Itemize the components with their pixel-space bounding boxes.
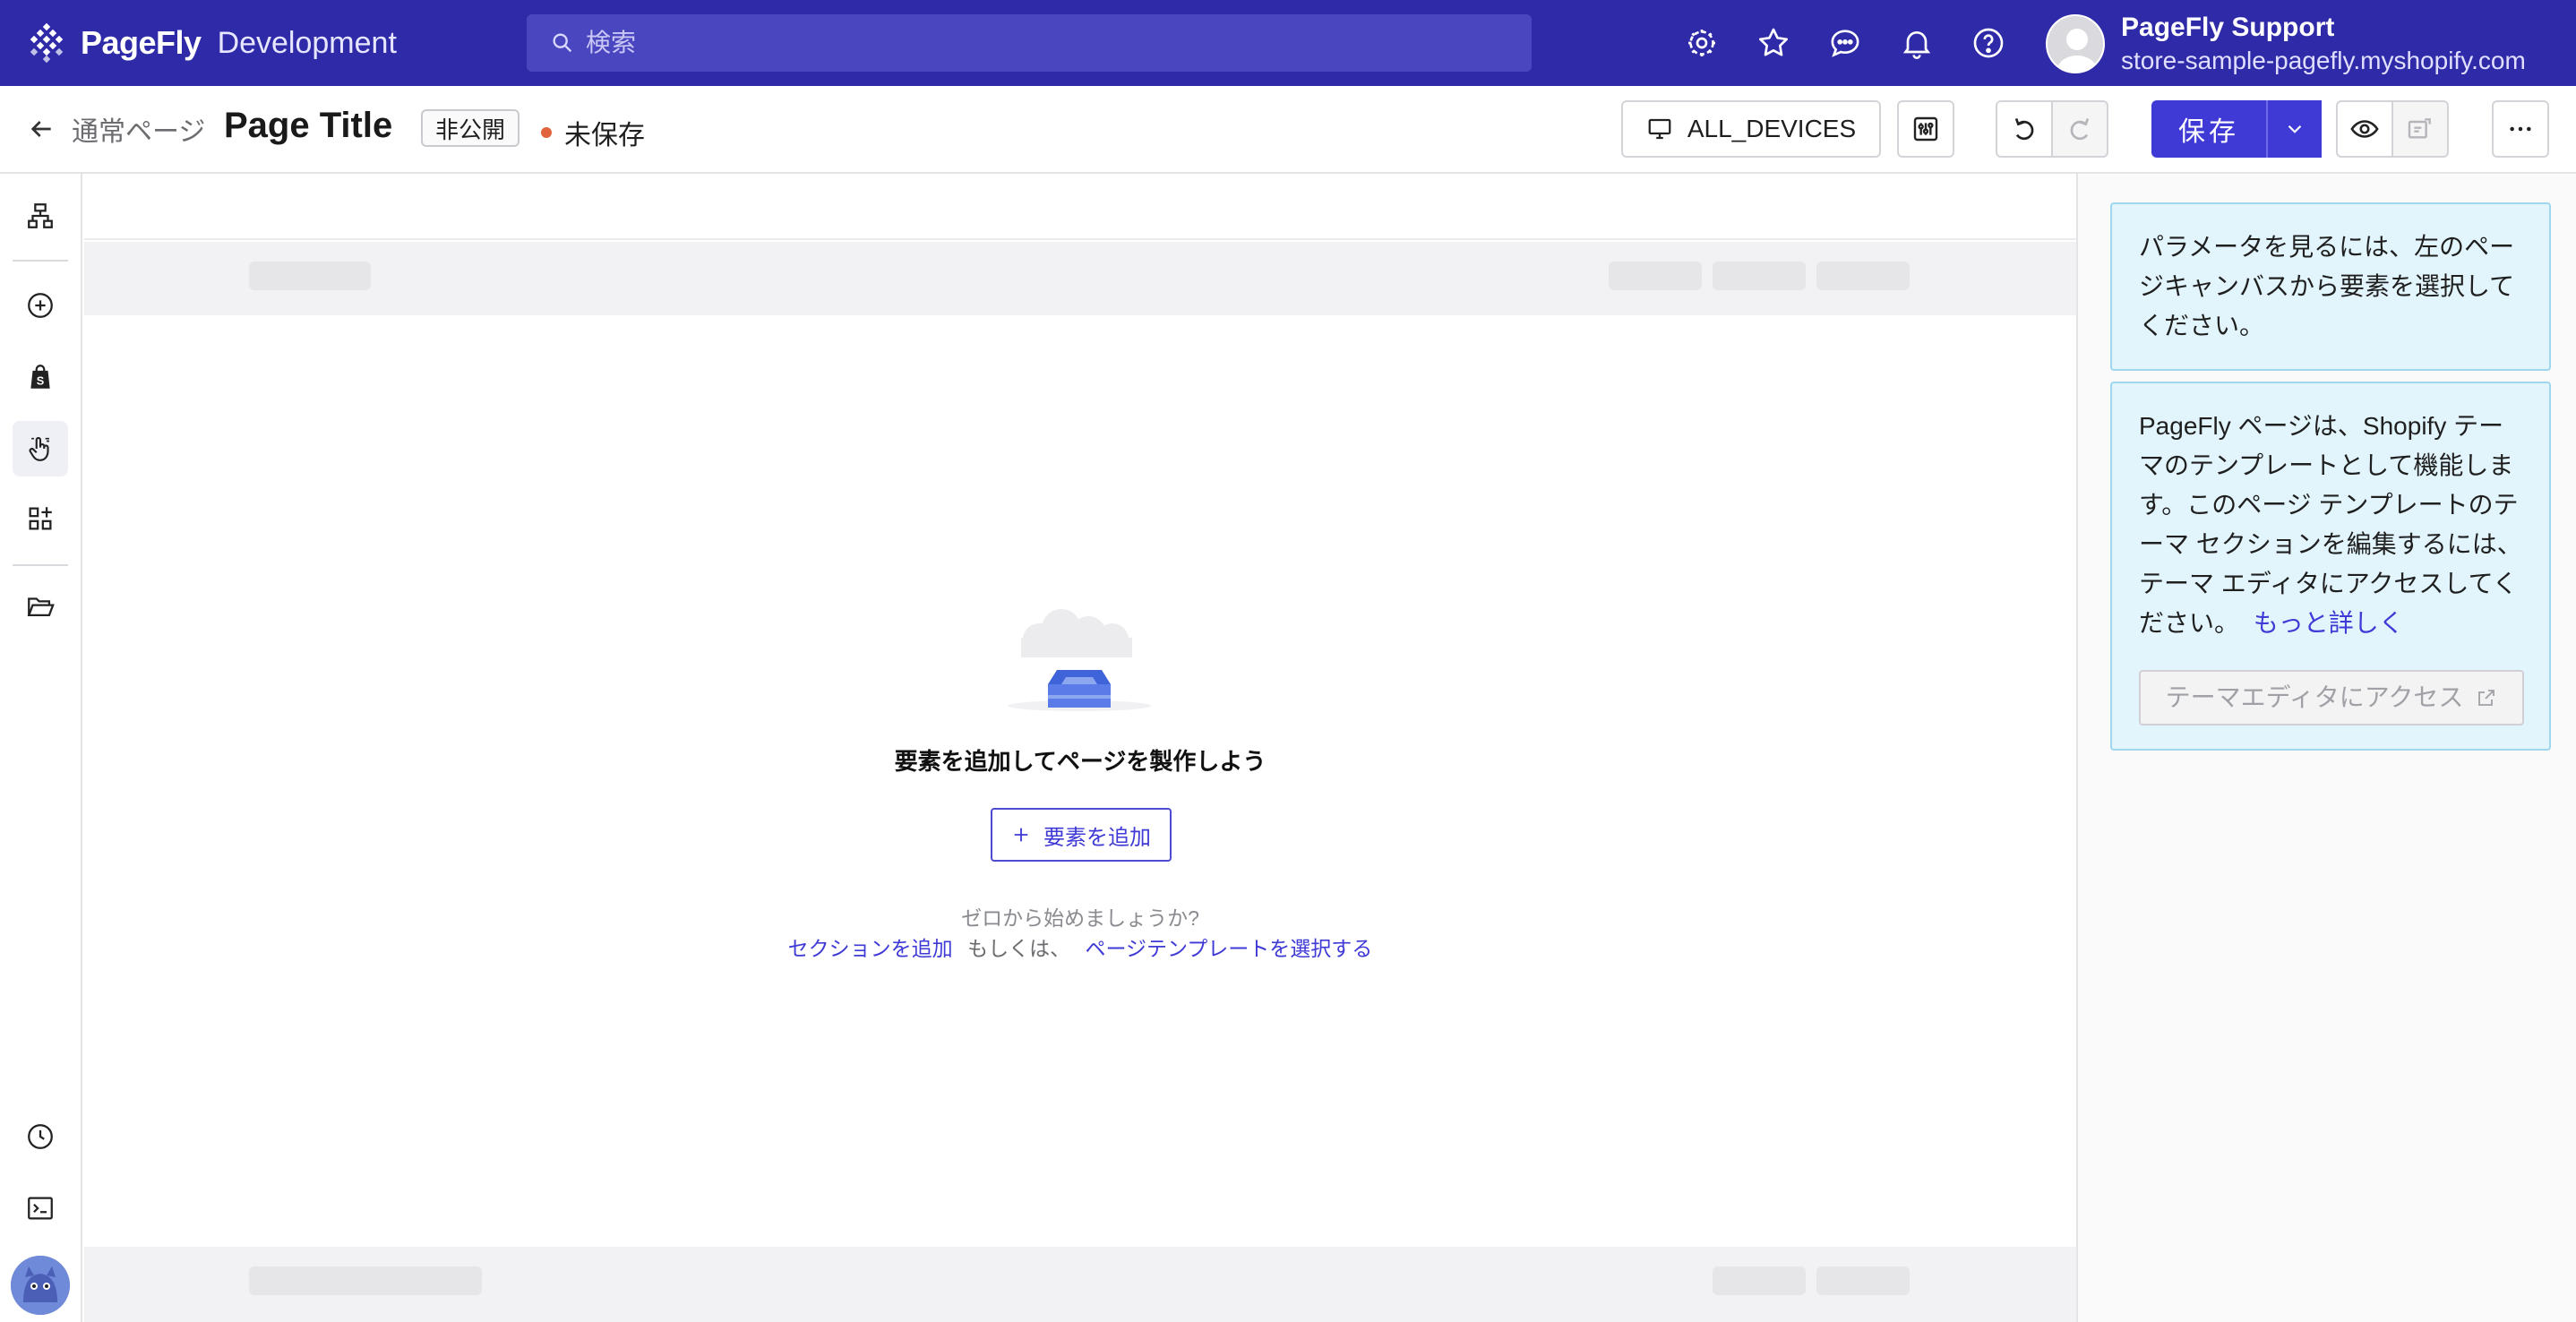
theme-editor-button[interactable]: テーマエディタにアクセス (2139, 670, 2524, 725)
more-options-button[interactable] (2492, 100, 2549, 158)
empty-box-illustration (1008, 609, 1151, 711)
device-selector-label: ALL_DEVICES (1687, 115, 1857, 142)
redo-button[interactable] (2051, 100, 2108, 158)
terminal-icon (28, 1197, 53, 1220)
skeleton-block (1713, 262, 1806, 290)
sitemap-icon (28, 203, 53, 228)
chat-icon[interactable] (1824, 21, 1867, 64)
arrow-left-icon (30, 121, 51, 137)
widgets-button[interactable] (13, 491, 68, 546)
save-button-label: 保存 (2178, 117, 2239, 147)
custom-code-button[interactable] (13, 1180, 68, 1236)
theme-editor-label: テーマエディタにアクセス (2165, 683, 2464, 711)
shopify-bag-icon: S (30, 365, 50, 389)
theme-template-text: PageFly ページは、Shopify テーマのテンプレートとして機能します。… (2139, 412, 2522, 637)
skeleton-block (249, 1266, 482, 1295)
sliders-icon (1913, 116, 1938, 142)
user-menu[interactable]: PageFly Support store-sample-pagefly.mys… (2046, 13, 2526, 75)
star-icon[interactable] (1752, 21, 1795, 64)
widgets-icon (29, 507, 52, 530)
page-title[interactable]: Page Title (224, 106, 392, 146)
undo-button[interactable] (1996, 100, 2053, 158)
search-input[interactable] (586, 29, 1481, 57)
undo-icon (2014, 117, 2034, 141)
settings-icon[interactable] (1680, 21, 1723, 64)
skeleton-block (1713, 1266, 1806, 1295)
save-options-dropdown[interactable] (2266, 100, 2322, 158)
select-element-notice: パラメータを見るには、左のページキャンバスから要素を選択してください。 (2110, 202, 2551, 371)
search-bar[interactable] (527, 14, 1532, 72)
save-state: 未保存 (541, 113, 645, 152)
publish-icon (2408, 118, 2431, 139)
theme-header-placeholder (84, 242, 2076, 315)
search-icon (553, 33, 572, 53)
rail-divider (13, 260, 68, 262)
eye-icon (2350, 120, 2379, 138)
interactions-button[interactable] (13, 421, 68, 476)
select-template-link[interactable]: ページテンプレートを選択する (1085, 937, 1372, 960)
user-silhouette-icon (2057, 29, 2097, 72)
skeleton-block (1816, 1266, 1910, 1295)
empty-state-hint: ゼロから始めましょうか? (961, 906, 1199, 930)
add-element-cta[interactable]: 要素を追加 (991, 808, 1172, 862)
add-section-link[interactable]: セクションを追加 (788, 937, 953, 960)
ellipsis-icon (2510, 126, 2531, 132)
learn-more-link[interactable]: もっと詳しく (2254, 609, 2404, 637)
unsaved-dot-icon (541, 127, 552, 138)
select-element-text: パラメータを見るには、左のページキャンバスから要素を選択してください。 (2139, 233, 2515, 339)
svg-text:S: S (37, 374, 45, 388)
page-canvas[interactable]: 要素を追加してページを製作しよう 要素を追加 ゼロから始めましょうか? セクショ… (84, 174, 2076, 1322)
chevron-down-icon (2288, 124, 2302, 133)
history-icon (28, 1124, 53, 1149)
add-circle-icon (28, 293, 53, 318)
top-icon-group (1680, 21, 2010, 64)
status-badge: 非公開 (421, 109, 520, 147)
page-settings-button[interactable] (1897, 100, 1954, 158)
help-icon[interactable] (1967, 21, 2010, 64)
environment-label: Development (217, 25, 397, 60)
skeleton-block (1816, 262, 1910, 290)
store-domain: store-sample-pagefly.myshopify.com (2121, 47, 2526, 74)
skeleton-block (1609, 262, 1702, 290)
history-button[interactable] (13, 1109, 68, 1164)
publish-button[interactable] (2391, 100, 2449, 158)
desktop-icon (1648, 118, 1671, 140)
back-button[interactable]: 通常ページ (27, 109, 205, 149)
back-label: 通常ページ (72, 117, 206, 147)
theme-footer-placeholder (84, 1247, 2076, 1322)
inspector-panel: パラメータを見るには、左のページキャンバスから要素を選択してください。 Page… (2076, 174, 2576, 1322)
hand-pointer-icon (29, 436, 49, 461)
canvas-top-spacer (84, 174, 2076, 240)
plus-icon (1014, 828, 1028, 842)
pagefly-logo-icon (30, 22, 64, 64)
device-selector-button[interactable]: ALL_DEVICES (1621, 100, 1881, 158)
add-element-label: 要素を追加 (1043, 825, 1151, 850)
top-navigation-bar: PageFly Development 検索 PageFly Support s… (0, 0, 2576, 86)
empty-state-title: 要素を追加してページを製作しよう (894, 748, 1267, 775)
bell-icon[interactable] (1895, 21, 1938, 64)
theme-template-notice: PageFly ページは、Shopify テーマのテンプレートとして機能します。… (2110, 382, 2551, 751)
shopify-elements-button[interactable]: S (13, 349, 68, 405)
folder-open-icon (27, 597, 55, 617)
mascot-icon (11, 1256, 70, 1315)
external-link-icon (2478, 690, 2495, 706)
left-toolbar: S (0, 174, 82, 1322)
empty-state-links: セクションを追加 もしくは、 ページテンプレートを選択する (84, 931, 2076, 962)
redo-icon (2070, 117, 2090, 141)
add-element-button[interactable] (13, 278, 68, 333)
or-text: もしくは、 (967, 937, 1071, 960)
skeleton-block (249, 262, 371, 290)
user-name: PageFly Support (2121, 13, 2335, 42)
editor-header: 通常ページ Page Title 非公開 未保存 ALL_DEVICES 保存 (0, 86, 2576, 174)
rail-divider (13, 564, 68, 566)
preview-button[interactable] (2336, 100, 2393, 158)
save-state-label: 未保存 (564, 121, 645, 150)
brand[interactable]: PageFly Development (25, 20, 397, 66)
brand-name: PageFly (81, 24, 202, 61)
user-avatar[interactable] (2046, 14, 2105, 73)
page-outline-button[interactable] (13, 188, 68, 244)
page-library-button[interactable] (13, 579, 68, 634)
support-avatar[interactable] (11, 1256, 70, 1315)
